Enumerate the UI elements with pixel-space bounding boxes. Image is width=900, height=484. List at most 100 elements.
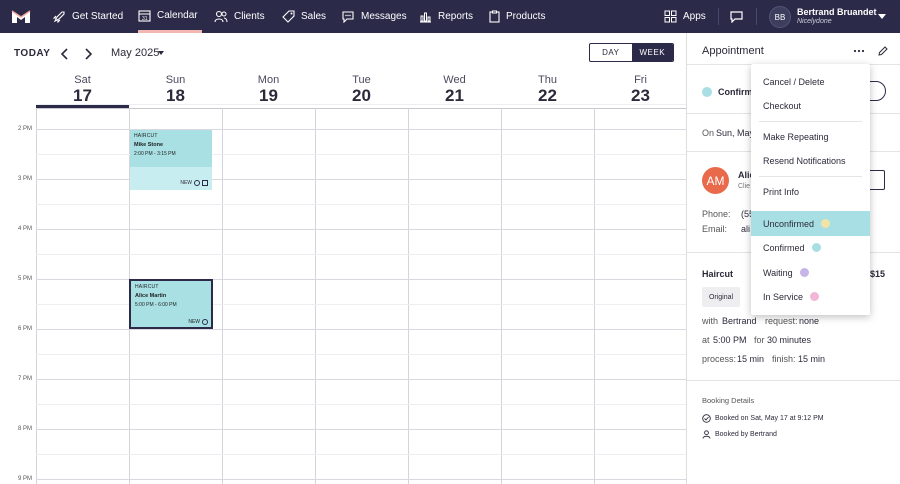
original-button[interactable]: Original xyxy=(702,287,740,307)
nav-calendar[interactable]: 31 Calendar xyxy=(138,0,202,33)
grid-half-hour-line xyxy=(36,254,686,255)
menu-item-confirmed[interactable]: Confirmed xyxy=(751,235,870,260)
nav-clients-label: Clients xyxy=(234,11,265,22)
grid-column-line xyxy=(315,108,316,484)
grid-column-line xyxy=(501,108,502,484)
email-label: Email: xyxy=(702,224,728,234)
menu-item-in-service[interactable]: In Service xyxy=(751,284,870,309)
user-name[interactable]: Bertrand Bruandet xyxy=(797,7,877,17)
chat-bubble-icon xyxy=(342,11,354,23)
chevron-left-icon[interactable] xyxy=(58,47,72,61)
today-button[interactable]: TODAY xyxy=(14,48,50,59)
appointment-processing-block[interactable]: NEW xyxy=(130,167,212,190)
menu-item-label: Waiting xyxy=(763,267,793,278)
nav-messages[interactable]: Messages xyxy=(341,0,407,33)
menu-item-print-info[interactable]: Print Info xyxy=(751,179,870,204)
rocket-icon xyxy=(53,11,65,23)
chevron-right-icon[interactable] xyxy=(81,47,95,61)
day-number: 17 xyxy=(73,86,92,105)
menu-item-resend-notifications[interactable]: Resend Notifications xyxy=(751,148,870,173)
duration-value[interactable]: 30 minutes xyxy=(767,335,811,345)
nav-reports[interactable]: Reports xyxy=(419,0,473,33)
appointment-service: HAIRCUT xyxy=(134,133,158,139)
finish-value[interactable]: 15 min xyxy=(798,354,825,364)
view-week-button[interactable]: WEEK xyxy=(631,44,673,61)
user-menu-caret-icon[interactable] xyxy=(878,14,886,19)
bar-chart-icon xyxy=(420,12,431,23)
app-logo-icon[interactable] xyxy=(11,9,31,24)
nav-sales[interactable]: Sales xyxy=(282,0,326,33)
grid-hour-line xyxy=(36,279,686,280)
nav-clients[interactable]: Clients xyxy=(214,0,265,33)
customer-avatar[interactable]: AM xyxy=(702,167,729,194)
day-of-week: Fri xyxy=(634,74,647,86)
request-value[interactable]: none xyxy=(799,316,819,326)
staff-name[interactable]: Bertrand xyxy=(722,316,757,326)
appointment-card-selected[interactable]: HAIRCUT Alice Martin 5:00 PM - 6:00 PM N… xyxy=(129,279,213,329)
grid-column-line xyxy=(408,108,409,484)
grid-column-line xyxy=(222,108,223,484)
nav-products[interactable]: Products xyxy=(489,0,545,33)
grid-hour-line xyxy=(36,229,686,230)
day-header-sat[interactable]: Sat 17 xyxy=(36,74,129,108)
request-label: request: xyxy=(765,316,798,326)
in-service-dot-icon xyxy=(810,292,820,301)
panel-divider xyxy=(687,380,900,381)
day-header-tue[interactable]: Tue 20 xyxy=(315,74,408,105)
note-square-icon xyxy=(202,180,208,186)
panel-title: Appointment xyxy=(702,45,764,57)
appointment-client: Mike Stone xyxy=(134,142,164,148)
appointment-date[interactable]: Sun, May xyxy=(716,128,754,138)
menu-item-make-repeating[interactable]: Make Repeating xyxy=(751,124,870,149)
menu-item-cancel-delete[interactable]: Cancel / Delete xyxy=(751,69,870,94)
hour-label: 9 PM xyxy=(17,476,32,482)
user-avatar[interactable]: BB xyxy=(769,6,791,28)
start-time[interactable]: 5:00 PM xyxy=(713,335,747,345)
menu-item-waiting[interactable]: Waiting xyxy=(751,260,870,285)
person-icon xyxy=(702,430,711,439)
month-dropdown-caret-icon[interactable] xyxy=(158,51,164,55)
menu-item-label: Checkout xyxy=(763,100,802,111)
grid-column-line xyxy=(36,108,37,484)
grid-half-hour-line xyxy=(36,204,686,205)
appointment-card[interactable]: HAIRCUT Mike Stone 2:00 PM - 3:15 PM xyxy=(130,130,212,167)
day-of-week: Thu xyxy=(538,74,557,86)
menu-item-label: Confirmed xyxy=(763,242,805,253)
at-label: at xyxy=(702,335,710,345)
top-navigation-bar: Get Started 31 Calendar Clients Sales Me… xyxy=(0,0,900,33)
booked-on-text: Booked on Sat, May 17 at 9:12 PM xyxy=(715,415,824,422)
menu-item-label: Make Repeating xyxy=(763,131,829,142)
new-badge: NEW xyxy=(188,319,200,325)
menu-item-label: In Service xyxy=(763,291,804,302)
nav-get-started[interactable]: Get Started xyxy=(53,0,123,33)
day-header-sun[interactable]: Sun 18 xyxy=(129,74,222,105)
month-selector[interactable]: May 2025 xyxy=(111,47,159,59)
day-header-fri[interactable]: Fri 23 xyxy=(594,74,686,105)
pencil-edit-icon[interactable] xyxy=(877,45,889,57)
hour-label: 3 PM xyxy=(17,176,32,182)
confirmed-dot-icon xyxy=(811,243,821,252)
grid-hour-line xyxy=(36,379,686,380)
appointment-time: 5:00 PM - 6:00 PM xyxy=(135,302,177,308)
process-value[interactable]: 15 min xyxy=(737,354,764,364)
status-dropdown[interactable]: Confirm xyxy=(718,87,753,97)
email-value[interactable]: ali xyxy=(741,224,750,234)
more-options-icon[interactable] xyxy=(853,45,865,57)
hour-label: 8 PM xyxy=(17,426,32,432)
day-of-week: Mon xyxy=(257,74,280,86)
day-header-wed[interactable]: Wed 21 xyxy=(408,74,501,105)
day-header-thu[interactable]: Thu 22 xyxy=(501,74,594,105)
menu-item-unconfirmed[interactable]: Unconfirmed xyxy=(751,211,870,236)
day-of-week: Wed xyxy=(443,74,466,86)
view-day-button[interactable]: DAY xyxy=(590,44,632,61)
day-of-week: Tue xyxy=(352,74,371,86)
check-circle-icon xyxy=(702,414,711,423)
menu-item-checkout[interactable]: Checkout xyxy=(751,93,870,118)
nav-apps[interactable]: Apps xyxy=(664,0,706,33)
day-of-week: Sat xyxy=(74,74,91,86)
status-circle-icon xyxy=(202,319,208,325)
chat-icon[interactable] xyxy=(729,10,744,23)
new-badge: NEW xyxy=(180,180,192,186)
day-header-mon[interactable]: Mon 19 xyxy=(222,74,315,105)
process-label: process: xyxy=(702,354,737,364)
